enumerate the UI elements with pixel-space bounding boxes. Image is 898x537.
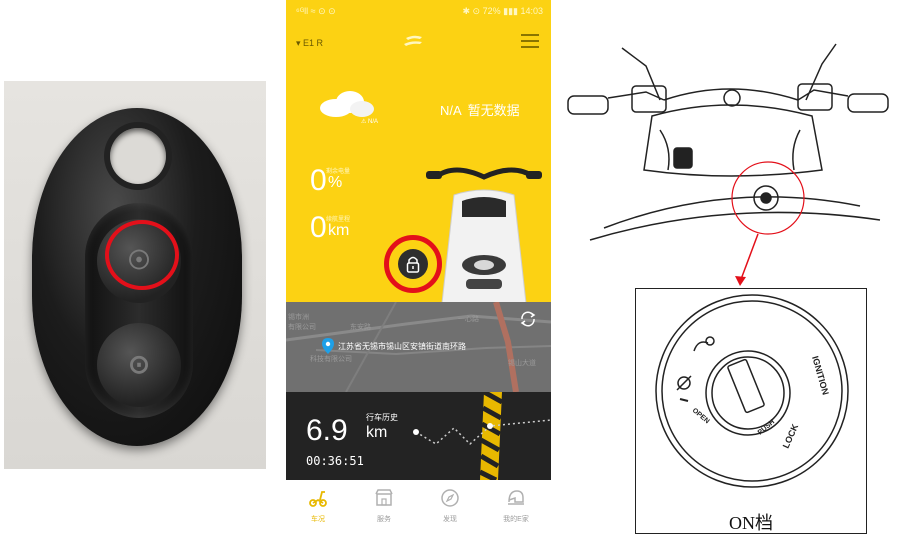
ignition-diagram: IGNITION LOCK PUSH OPEN ON档: [560, 30, 898, 537]
ignition-position-label: OPEN: [691, 407, 711, 425]
weather-value: N/A: [440, 103, 462, 118]
battery-value: 0: [310, 164, 327, 197]
ignition-dial-drawing: IGNITION LOCK PUSH OPEN: [655, 294, 849, 488]
ride-distance-unit: km: [366, 424, 388, 441]
map-label: 锡山大道: [508, 360, 536, 367]
ride-duration: 00:36:51: [306, 454, 364, 468]
map-label: 东安路: [350, 324, 371, 331]
handlebar-drawing: [567, 43, 889, 286]
tab-label: 我的E家: [503, 516, 529, 523]
menu-icon[interactable]: [521, 34, 539, 50]
key-fob-photo: ☉ ⊙: [4, 81, 266, 469]
cloud-icon: [320, 91, 374, 117]
ride-history-label: 行车历史: [366, 413, 398, 422]
scooter-icon: [309, 491, 327, 507]
status-bar: ⁶ᴳll ≈ ⊙ ⊙ ✱ ⊙ 72% ▮▮▮ 14:03: [286, 0, 551, 22]
current-address: 江苏省无锡市锡山区安镇街道南环路: [338, 342, 466, 351]
battery-unit: %: [328, 174, 343, 191]
map-label: 科技有限公司: [310, 356, 352, 363]
weather-desc: 暂无数据: [467, 103, 520, 118]
helmet-icon: [508, 490, 524, 505]
range-value: 0: [310, 211, 327, 244]
brand-logo-icon: [404, 35, 422, 46]
map-label: 锡市洲: [288, 314, 309, 321]
compass-icon: [441, 489, 459, 507]
bottom-tab-bar: 车况 服务 发现 我的E家: [286, 482, 551, 537]
tab-discover[interactable]: 发现: [420, 488, 480, 524]
vehicle-status-panel: ⁶ᴳll ≈ ⊙ ⊙ ✱ ⊙ 72% ▮▮▮ 14:03 ▾ E1 R ⚠ N/…: [286, 0, 551, 304]
map-label: 一心路: [458, 316, 479, 323]
phone-app-screen: ⁶ᴳll ≈ ⊙ ⊙ ✱ ⊙ 72% ▮▮▮ 14:03 ▾ E1 R ⚠ N/…: [286, 0, 551, 537]
route-preview: [413, 392, 551, 480]
weather-readout: N/A 暂无数据: [440, 100, 520, 119]
status-battery-time: ✱ ⊙ 72% ▮▮▮ 14:03: [462, 6, 543, 16]
map-label: 有限公司: [288, 324, 316, 331]
lock-glyph-icon: ⊙: [128, 349, 150, 379]
weather-status-badge: ⚠ N/A: [361, 119, 379, 125]
ride-history-card[interactable]: 行车历史 6.9 km 00:36:51: [286, 392, 551, 480]
ignition-position-label: PUSH: [757, 419, 776, 437]
ride-distance: 6.9: [306, 414, 348, 447]
tab-vehicle[interactable]: 车况: [288, 488, 348, 524]
highlight-circle: [105, 220, 179, 290]
ignition-on-label: ON档: [729, 513, 773, 533]
vehicle-selector[interactable]: ▾ E1 R: [296, 38, 323, 49]
shop-icon: [375, 489, 393, 506]
keyring-hole: [110, 128, 166, 184]
ignition-position-label: LOCK: [781, 422, 801, 450]
tab-service[interactable]: 服务: [354, 488, 414, 524]
refresh-icon[interactable]: [519, 310, 537, 328]
tab-label: 发现: [443, 516, 457, 523]
app-header: ▾ E1 R: [286, 30, 551, 58]
range-unit: km: [328, 222, 350, 239]
status-signal: ⁶ᴳll ≈ ⊙ ⊙: [296, 6, 336, 16]
location-pin-icon: [322, 338, 334, 354]
tab-my-ehome[interactable]: 我的E家: [486, 488, 546, 524]
ignition-switch-detail: IGNITION LOCK PUSH OPEN ON档: [635, 288, 867, 534]
ignition-lock-symbol-icon: [676, 375, 692, 391]
tab-label: 服务: [377, 516, 391, 523]
location-map[interactable]: 锡市洲 有限公司 东安路 科技有限公司 一心路 锡山大道 江苏省无锡市锡山区安镇…: [286, 302, 551, 392]
tab-label: 车况: [311, 516, 325, 523]
highlight-circle: [384, 235, 442, 293]
ignition-position-label: IGNITION: [810, 355, 831, 396]
lock-button[interactable]: ⊙: [97, 323, 181, 407]
